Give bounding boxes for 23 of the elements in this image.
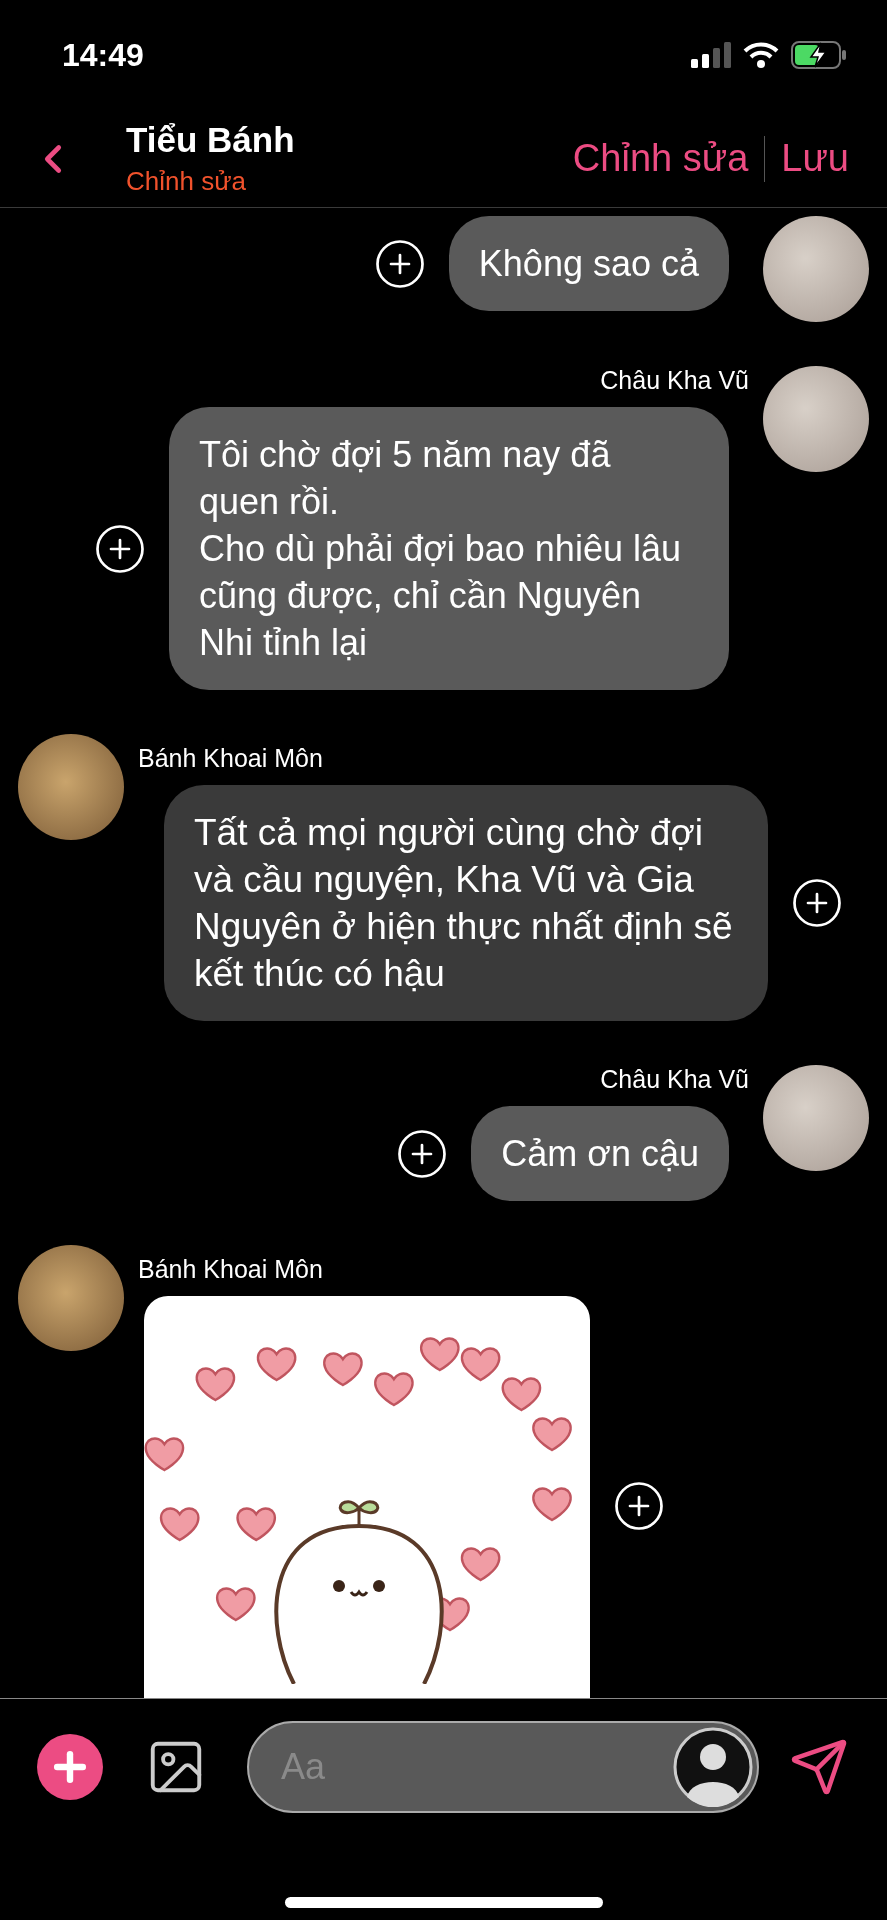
send-icon bbox=[789, 1737, 849, 1797]
signal-icon bbox=[691, 42, 731, 68]
sender-name: Bánh Khoai Môn bbox=[138, 1255, 323, 1284]
sender-name: Châu Kha Vũ bbox=[600, 366, 749, 395]
chat-subtitle: Chỉnh sửa bbox=[126, 166, 248, 197]
add-reaction-button[interactable] bbox=[790, 876, 844, 930]
wifi-icon bbox=[743, 42, 779, 68]
battery-charging-icon bbox=[791, 41, 847, 69]
status-time: 14:49 bbox=[62, 36, 144, 74]
sender-name: Châu Kha Vũ bbox=[600, 1065, 749, 1094]
message-bubble: Tất cả mọi người cùng chờ đợi và cầu nguyện, Kha Vũ và Gia Nguyên ở hiện thực nhất định sẽ kết thúc có hậu bbox=[164, 785, 768, 1021]
chat-title: Tiểu Bánh bbox=[126, 120, 296, 160]
send-button[interactable] bbox=[789, 1737, 849, 1797]
user-silhouette-icon[interactable] bbox=[673, 1727, 753, 1807]
message-bubble: Cảm ơn cậu bbox=[471, 1106, 729, 1201]
header-action-button[interactable]: Chỉnh sửa bbox=[556, 137, 765, 180]
message-bubble: Không sao cả bbox=[448, 216, 729, 311]
sender-name: Bánh Khoai Môn bbox=[138, 744, 323, 773]
header-action-button[interactable]: Lưu bbox=[765, 137, 865, 180]
add-reaction-button[interactable] bbox=[612, 1479, 666, 1533]
message-bubble: Tôi chờ đợi 5 năm nay đã quen rồi. Cho dù phải đợi bao nhiêu lâu cũng được, chỉ cần Nguyên Nhi tỉnh lại bbox=[169, 407, 729, 690]
plus-circle-icon bbox=[612, 1479, 666, 1533]
plus-circle-icon bbox=[790, 876, 844, 930]
